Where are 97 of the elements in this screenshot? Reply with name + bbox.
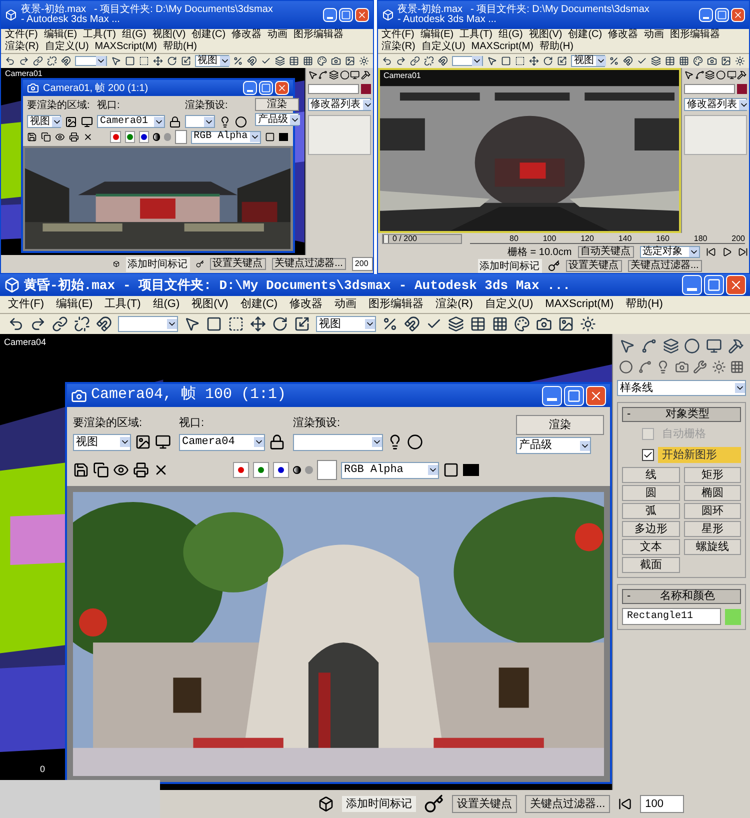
menu-item[interactable]: 帮助(H) <box>540 41 574 53</box>
app-name: - Autodesk 3ds Max ... <box>398 278 570 292</box>
modifier-list-dropdown[interactable]: 修改器列表 <box>684 98 747 111</box>
menu-item[interactable]: 帮助(H) <box>626 296 663 313</box>
rollout-header[interactable]: - 名称和颜色 <box>622 589 741 604</box>
menu-item[interactable]: 组(G) <box>122 29 146 41</box>
shape-button[interactable]: 椭圆 <box>684 485 741 501</box>
menu-item[interactable]: 动画 <box>268 29 288 41</box>
menu-item[interactable]: 编辑(E) <box>420 29 454 41</box>
menu-item[interactable]: 组(G) <box>152 296 180 313</box>
coordinate-dropdown[interactable]: 视图 <box>571 55 605 67</box>
app-name: - Autodesk 3ds Max ... <box>398 15 496 25</box>
menu-item[interactable]: 创建(C) <box>568 29 602 41</box>
viewport-label: Camera01 <box>384 70 421 82</box>
shape-button[interactable]: 弧 <box>622 503 680 519</box>
menu-item[interactable]: 渲染(R) <box>436 296 473 313</box>
menu-item[interactable]: 工具(T) <box>460 29 492 41</box>
time-tag-field[interactable]: 添加时间标记 <box>478 258 542 273</box>
shape-button[interactable]: 线 <box>622 467 680 483</box>
rollout-toggle[interactable]: - <box>627 406 639 423</box>
set-key-button[interactable]: 设置关键点 <box>452 794 517 814</box>
key-filters-button[interactable]: 关键点过滤器... <box>272 258 346 270</box>
key-mode-dropdown[interactable]: 选定对象 <box>640 246 700 258</box>
file-name: 黄昏-初始.max <box>24 278 116 292</box>
key-filters-button[interactable]: 关键点过滤器... <box>525 794 610 814</box>
rollout-toggle[interactable]: - <box>627 588 639 605</box>
rollout-header[interactable]: - 对象类型 <box>622 407 741 422</box>
tick-label: 180 <box>694 234 708 242</box>
menu-item[interactable]: 动画 <box>334 296 357 313</box>
menu-item[interactable]: 修改器 <box>290 296 323 313</box>
menu-item[interactable]: 视图(V) <box>528 29 562 41</box>
shape-button[interactable]: 截面 <box>622 557 680 573</box>
shape-button[interactable]: 螺旋线 <box>684 539 741 555</box>
shape-button[interactable]: 文本 <box>622 539 680 555</box>
shape-button[interactable]: 圆 <box>622 485 680 501</box>
menu-item[interactable]: 渲染(R) <box>382 41 416 53</box>
checkbox-label: 开始新图形 <box>658 446 741 463</box>
file-name: 夜景-初始.max <box>398 5 462 15</box>
menu-item[interactable]: 图形编辑器 <box>368 296 424 313</box>
rollout-title: 名称和颜色 <box>659 588 716 604</box>
menu-item[interactable]: 创建(C) <box>240 296 278 313</box>
app-name: - Autodesk 3ds Max ... <box>21 15 120 25</box>
tick-label: 200 <box>732 234 745 242</box>
shape-button[interactable]: 多边形 <box>622 521 680 537</box>
set-key-button[interactable]: 设置关键点 <box>566 260 622 272</box>
name-field[interactable]: Rectangle11 <box>622 608 721 625</box>
time-tag-field[interactable]: 添加时间标记 <box>342 796 416 812</box>
tick-label: 100 <box>542 234 556 242</box>
menu-item[interactable]: 图形编辑器 <box>294 29 344 41</box>
menu-item[interactable]: MAXScript(M) <box>471 41 534 53</box>
modifier-list-dropdown[interactable]: 修改器列表 <box>308 98 370 111</box>
menu-item[interactable]: 修改器 <box>232 29 262 41</box>
menu-item[interactable]: MAXScript(M) <box>94 41 158 53</box>
menu-item[interactable]: 编辑(E) <box>56 296 93 313</box>
menu-item[interactable]: 视图(V) <box>192 296 228 313</box>
project-folder: - 项目文件夹: D:\My Documents\3dsmax <box>94 5 273 15</box>
menu-item[interactable]: 帮助(H) <box>163 41 197 53</box>
tick-label: 80 <box>510 234 518 242</box>
menu-item[interactable]: 自定义(U) <box>421 41 466 53</box>
menu-item[interactable]: MAXScript(M) <box>545 296 614 313</box>
menu-item[interactable]: 文件(F) <box>382 29 414 41</box>
menu-item[interactable]: 动画 <box>644 29 664 41</box>
tick-label: 140 <box>618 234 632 242</box>
menu-item[interactable]: 组(G) <box>498 29 523 41</box>
menu-item[interactable]: 编辑(E) <box>44 29 78 41</box>
rollout-title: 对象类型 <box>664 407 710 422</box>
file-name: 夜景-初始.max <box>21 5 86 15</box>
menu-item[interactable]: 视图(V) <box>152 29 186 41</box>
frame-readout: 0 / 200 <box>392 235 417 243</box>
auto-key-button[interactable]: 自动关键点 <box>578 246 634 258</box>
key-filters-button[interactable]: 关键点过滤器... <box>628 260 702 272</box>
menu-item[interactable]: 文件(F) <box>8 296 44 313</box>
shape-button[interactable]: 星形 <box>684 521 741 537</box>
menu-item[interactable]: 自定义(U) <box>484 296 534 313</box>
category-dropdown[interactable]: 样条线 <box>617 380 746 396</box>
project-folder: - 项目文件夹: D:\My Documents\3dsmax <box>470 5 650 15</box>
project-folder: - 项目文件夹: D:\My Documents\3dsmax <box>123 278 391 292</box>
shape-button[interactable]: 圆环 <box>684 503 741 519</box>
menu-item[interactable]: 工具(T) <box>104 296 141 313</box>
menu-item[interactable]: 创建(C) <box>192 29 226 41</box>
menu-item[interactable]: 工具(T) <box>83 29 116 41</box>
frame-field[interactable]: 100 <box>640 794 684 814</box>
menu-item[interactable]: 自定义(U) <box>44 41 89 53</box>
time-tag-field[interactable]: 添加时间标记 <box>126 256 190 272</box>
tick-label: 160 <box>656 234 670 242</box>
shape-button[interactable]: 矩形 <box>684 467 741 483</box>
tick-label: 120 <box>580 234 594 242</box>
frame-field[interactable]: 200 <box>352 257 372 271</box>
set-key-button[interactable]: 设置关键点 <box>210 258 266 270</box>
checkbox-label: 自动栅格 <box>661 427 707 442</box>
coordinate-dropdown[interactable]: 视图 <box>194 55 228 67</box>
grid-readout: 栅格 = 10.0cm <box>508 246 572 260</box>
menu-item[interactable]: 文件(F) <box>5 29 38 41</box>
menu-item[interactable]: 渲染(R) <box>5 41 39 53</box>
coordinate-dropdown[interactable]: 视图 <box>316 316 376 332</box>
menu-item[interactable]: 图形编辑器 <box>670 29 720 41</box>
menu-item[interactable]: 修改器 <box>608 29 638 41</box>
